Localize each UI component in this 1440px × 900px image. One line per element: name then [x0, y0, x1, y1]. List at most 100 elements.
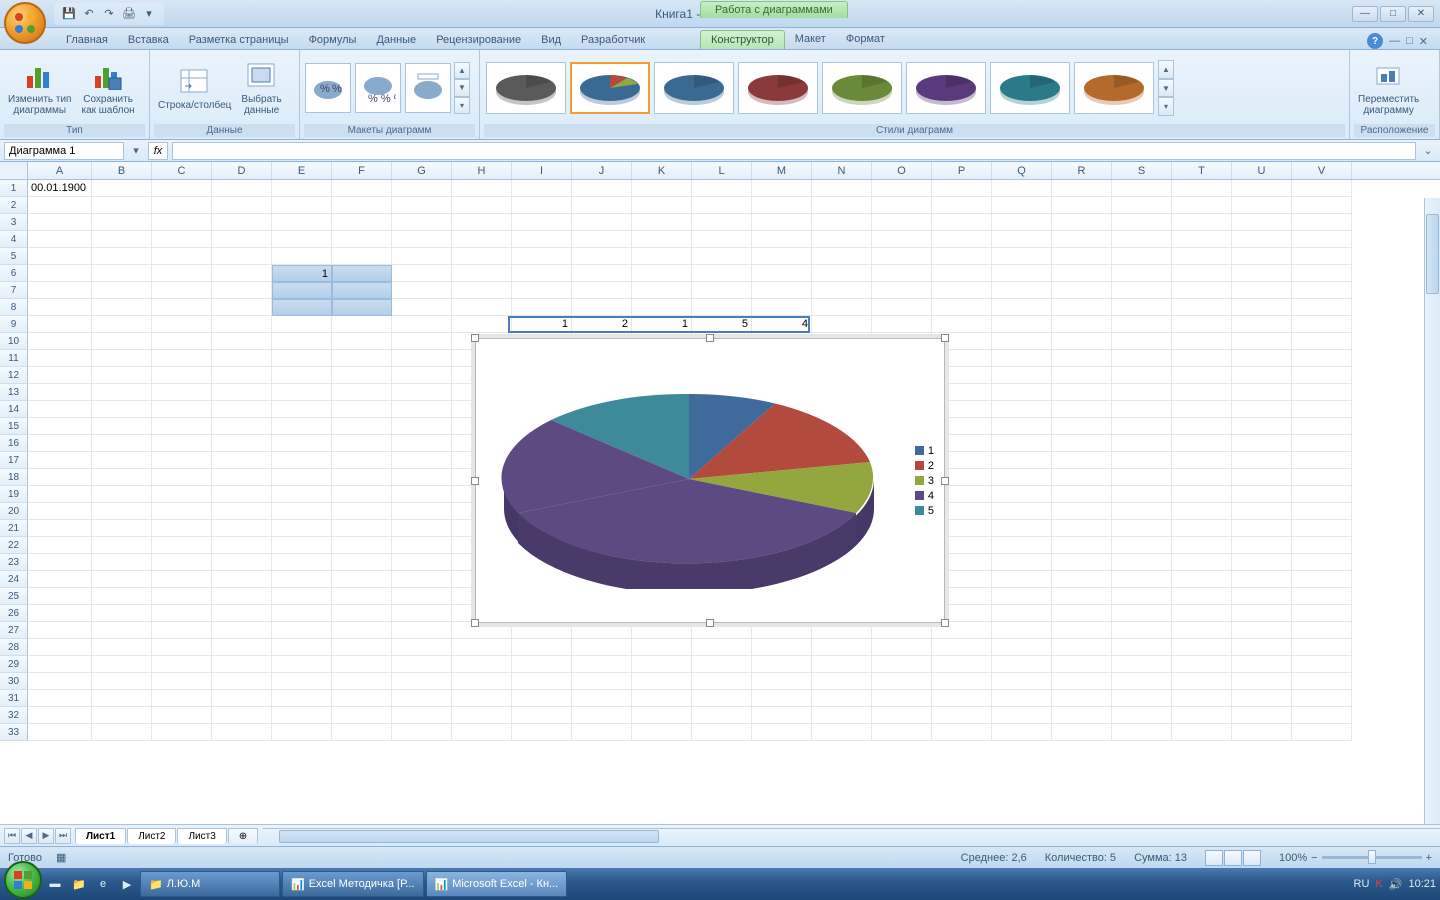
cell[interactable] [1112, 248, 1172, 265]
cell[interactable] [752, 639, 812, 656]
col-header-S[interactable]: S [1112, 162, 1172, 179]
cell[interactable] [212, 503, 272, 520]
cell[interactable] [152, 231, 212, 248]
cell[interactable] [1292, 333, 1352, 350]
cell[interactable] [152, 180, 212, 197]
cell[interactable] [92, 639, 152, 656]
cell[interactable] [992, 503, 1052, 520]
cell[interactable] [272, 537, 332, 554]
cell[interactable] [212, 656, 272, 673]
cell[interactable] [152, 639, 212, 656]
cell[interactable] [1172, 384, 1232, 401]
cell[interactable] [872, 639, 932, 656]
cell[interactable] [452, 673, 512, 690]
cell[interactable] [152, 299, 212, 316]
cell[interactable] [752, 622, 812, 639]
cell[interactable] [512, 656, 572, 673]
cell[interactable] [1232, 265, 1292, 282]
cell[interactable] [152, 333, 212, 350]
row-header[interactable]: 30 [0, 673, 28, 690]
cell[interactable] [932, 231, 992, 248]
col-header-I[interactable]: I [512, 162, 572, 179]
cell[interactable] [1052, 452, 1112, 469]
cell[interactable] [152, 690, 212, 707]
row-header[interactable]: 24 [0, 571, 28, 588]
cell[interactable] [152, 537, 212, 554]
cell[interactable] [1292, 537, 1352, 554]
cell[interactable] [392, 656, 452, 673]
cell[interactable] [512, 639, 572, 656]
cell[interactable] [872, 673, 932, 690]
cell[interactable] [1112, 384, 1172, 401]
cell[interactable] [332, 265, 392, 282]
tab-review[interactable]: Рецензирование [426, 31, 531, 49]
cell[interactable] [932, 316, 992, 333]
cell[interactable] [272, 248, 332, 265]
cell[interactable] [332, 724, 392, 741]
col-header-A[interactable]: A [28, 162, 92, 179]
cell[interactable] [632, 265, 692, 282]
cell[interactable] [992, 571, 1052, 588]
cell[interactable] [332, 282, 392, 299]
cell[interactable] [92, 350, 152, 367]
cell[interactable]: 4 [752, 316, 812, 333]
cell[interactable] [452, 282, 512, 299]
cell[interactable] [1112, 639, 1172, 656]
cell[interactable] [992, 401, 1052, 418]
cell[interactable] [1112, 554, 1172, 571]
cell[interactable] [152, 503, 212, 520]
sheet-nav-last-icon[interactable]: ⏭ [55, 828, 71, 844]
cell[interactable] [1112, 469, 1172, 486]
sheet-tab-2[interactable]: Лист2 [127, 828, 176, 844]
cell[interactable] [1172, 622, 1232, 639]
col-header-H[interactable]: H [452, 162, 512, 179]
cell[interactable] [1112, 316, 1172, 333]
cell[interactable] [272, 605, 332, 622]
cell[interactable] [332, 656, 392, 673]
cell[interactable] [692, 197, 752, 214]
cell[interactable] [1112, 571, 1172, 588]
row-header[interactable]: 4 [0, 231, 28, 248]
chart-style-2[interactable] [570, 62, 650, 114]
cell[interactable] [272, 503, 332, 520]
cell[interactable] [392, 469, 452, 486]
cell[interactable] [992, 214, 1052, 231]
cell[interactable] [812, 316, 872, 333]
cell[interactable] [1112, 622, 1172, 639]
cell[interactable] [1232, 554, 1292, 571]
cell[interactable] [152, 350, 212, 367]
cell[interactable] [872, 707, 932, 724]
save-template-button[interactable]: Сохранить как шаблон [77, 58, 138, 118]
cell[interactable] [332, 384, 392, 401]
cell[interactable] [572, 690, 632, 707]
cell[interactable] [812, 724, 872, 741]
cell[interactable] [272, 282, 332, 299]
cell[interactable] [572, 299, 632, 316]
cell[interactable] [812, 231, 872, 248]
cell[interactable] [812, 639, 872, 656]
cell[interactable] [752, 656, 812, 673]
col-header-E[interactable]: E [272, 162, 332, 179]
zoom-slider[interactable] [1322, 856, 1422, 859]
taskbar-item-1[interactable]: 📁 Л.Ю.М [140, 871, 280, 897]
cell[interactable] [28, 486, 92, 503]
cell[interactable] [992, 656, 1052, 673]
cell[interactable] [392, 605, 452, 622]
cell[interactable] [92, 401, 152, 418]
cell[interactable] [28, 248, 92, 265]
col-header-P[interactable]: P [932, 162, 992, 179]
cell[interactable] [692, 724, 752, 741]
cell[interactable] [1112, 435, 1172, 452]
cell[interactable] [92, 673, 152, 690]
cell[interactable] [272, 622, 332, 639]
row-header[interactable]: 6 [0, 265, 28, 282]
cell[interactable] [1172, 452, 1232, 469]
cell[interactable] [1112, 333, 1172, 350]
taskbar-item-3[interactable]: 📊 Microsoft Excel - Кн... [426, 871, 568, 897]
cell[interactable] [872, 197, 932, 214]
cell[interactable] [1052, 333, 1112, 350]
cell[interactable] [1292, 503, 1352, 520]
cell[interactable] [512, 724, 572, 741]
sheet-nav-prev-icon[interactable]: ◀ [21, 828, 37, 844]
tray-lang[interactable]: RU [1354, 878, 1370, 890]
